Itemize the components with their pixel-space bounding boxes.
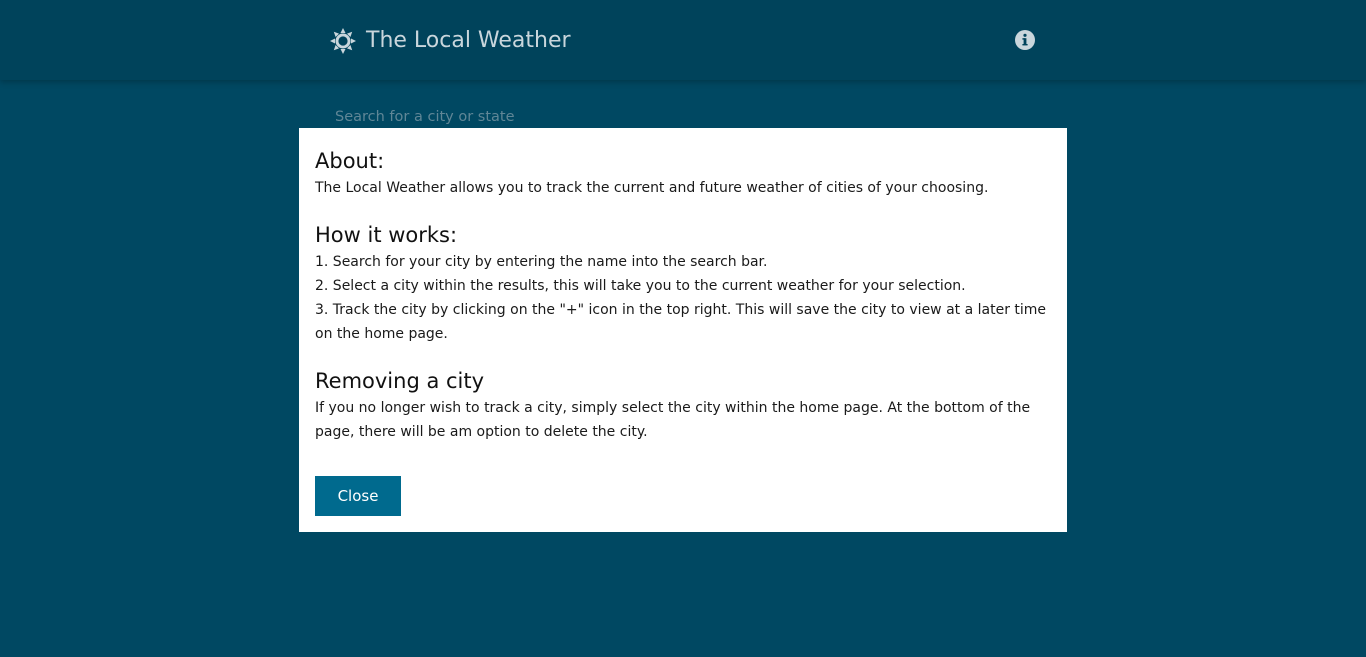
close-button[interactable]: Close xyxy=(315,476,401,516)
removing-text: If you no longer wish to track a city, s… xyxy=(315,400,1031,440)
removing-heading: Removing a city xyxy=(315,369,485,393)
about-text: The Local Weather allows you to track th… xyxy=(315,180,989,196)
step-2: 2. Select a city within the results, thi… xyxy=(315,278,966,294)
about-heading: About: xyxy=(315,149,385,173)
how-it-works-section: How it works: 1. Search for your city by… xyxy=(315,220,1051,346)
step-1: 1. Search for your city by entering the … xyxy=(315,254,768,270)
how-it-works-heading: How it works: xyxy=(315,223,458,247)
step-3: 3. Track the city by clicking on the "+"… xyxy=(315,302,1047,342)
app-header: The Local Weather xyxy=(0,0,1366,80)
about-modal: About: The Local Weather allows you to t… xyxy=(299,128,1067,532)
sun-icon xyxy=(330,28,356,54)
app-title: The Local Weather xyxy=(366,28,571,53)
brand[interactable]: The Local Weather xyxy=(330,26,571,56)
info-button[interactable] xyxy=(1014,29,1036,51)
removing-section: Removing a city If you no longer wish to… xyxy=(315,366,1051,444)
info-icon xyxy=(1014,29,1036,51)
